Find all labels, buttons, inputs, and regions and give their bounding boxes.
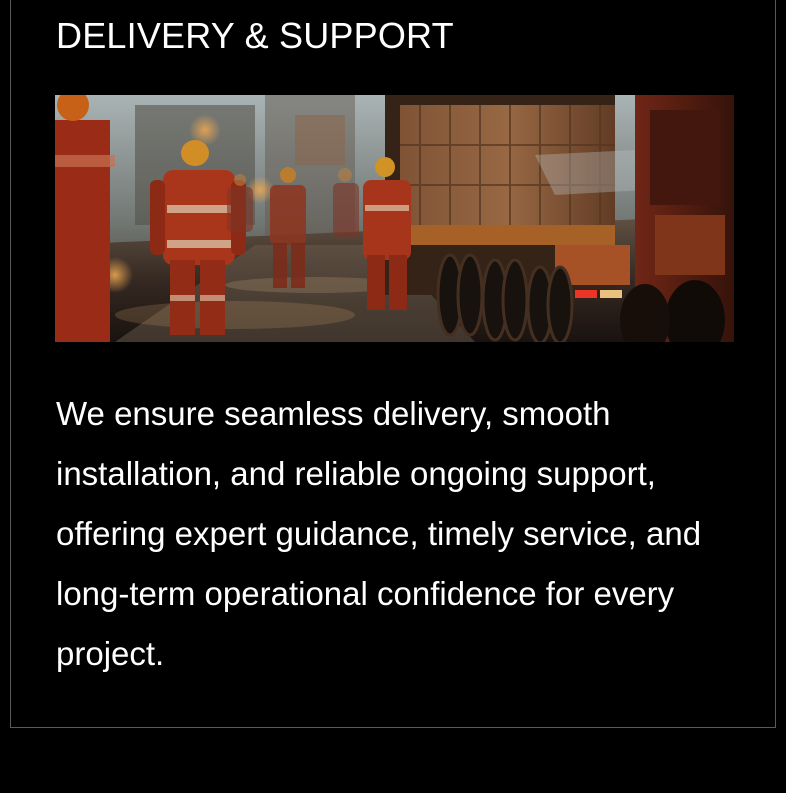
section-description: We ensure seamless delivery, smooth inst… [56, 395, 702, 672]
delivery-support-card: DELIVERY & SUPPORT We ensure seamless de… [10, 0, 776, 728]
section-title: DELIVERY & SUPPORT [56, 15, 454, 56]
delivery-hero-image [55, 95, 734, 342]
